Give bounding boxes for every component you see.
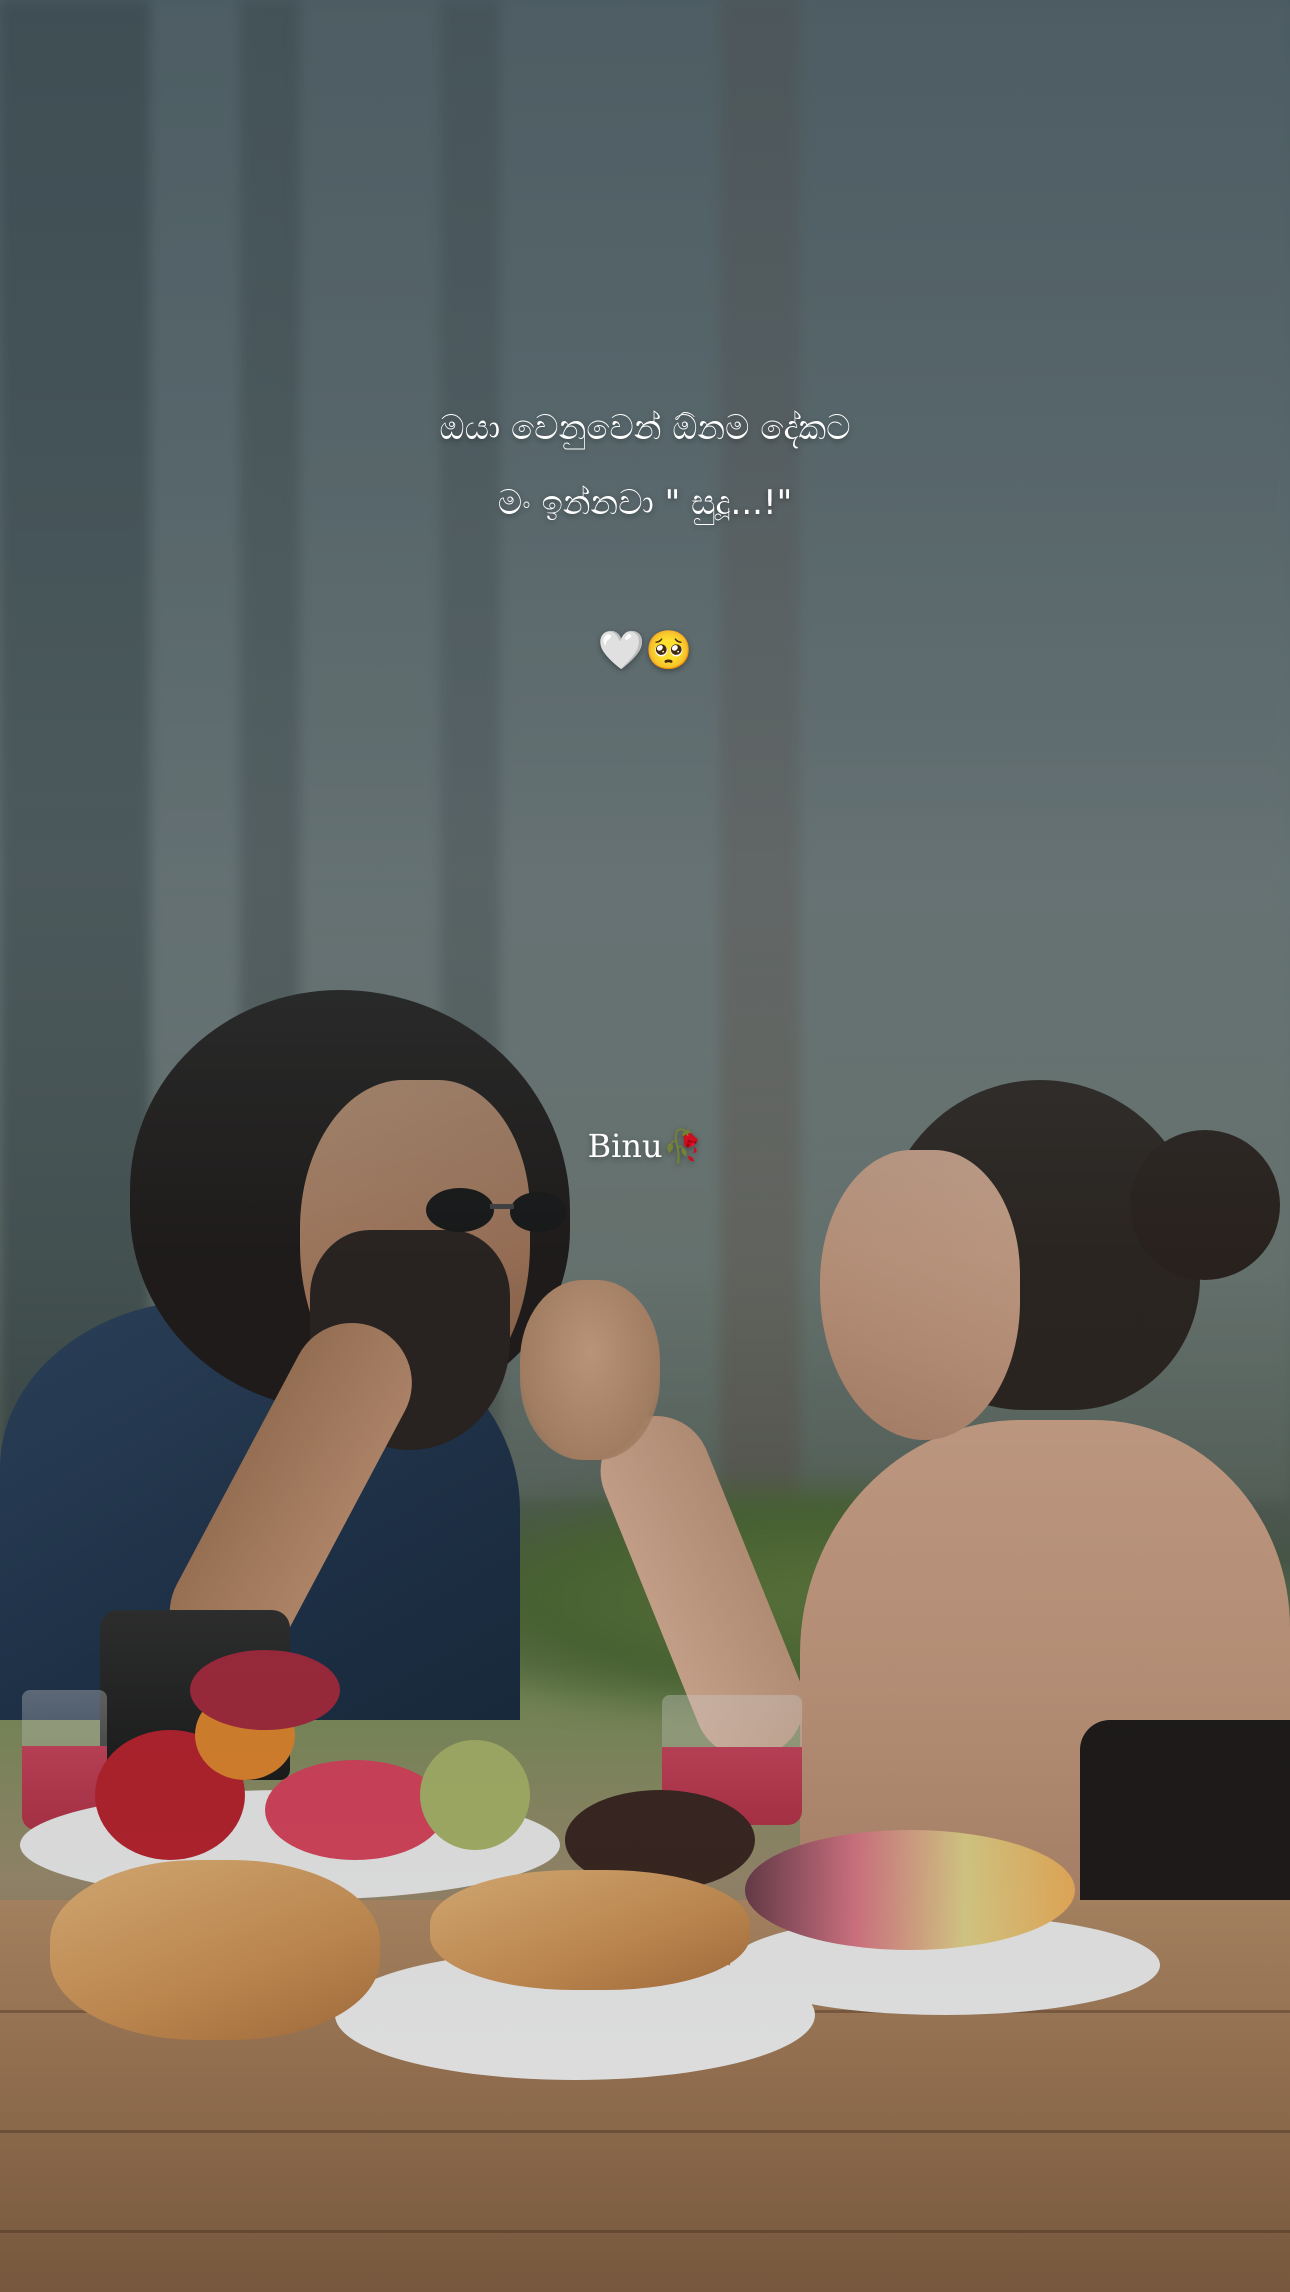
caption-line-1: ඔයා වෙනුවෙන් ඕනම දේකට	[439, 408, 851, 448]
caption-line-2: මං ඉන්නවා " සුදූ...!"	[497, 483, 793, 523]
photo-stage: ඔයා වෙනුවෙන් ඕනම දේකට මං ඉන්නවා " සුදූ..…	[0, 0, 1290, 2292]
wilted-rose-icon: 🥀	[662, 1127, 703, 1165]
heart-pleading-emoji: 🤍🥺	[597, 628, 693, 672]
signature-name: Binu	[587, 1127, 663, 1165]
signature: Binu🥀	[0, 1127, 1290, 1165]
